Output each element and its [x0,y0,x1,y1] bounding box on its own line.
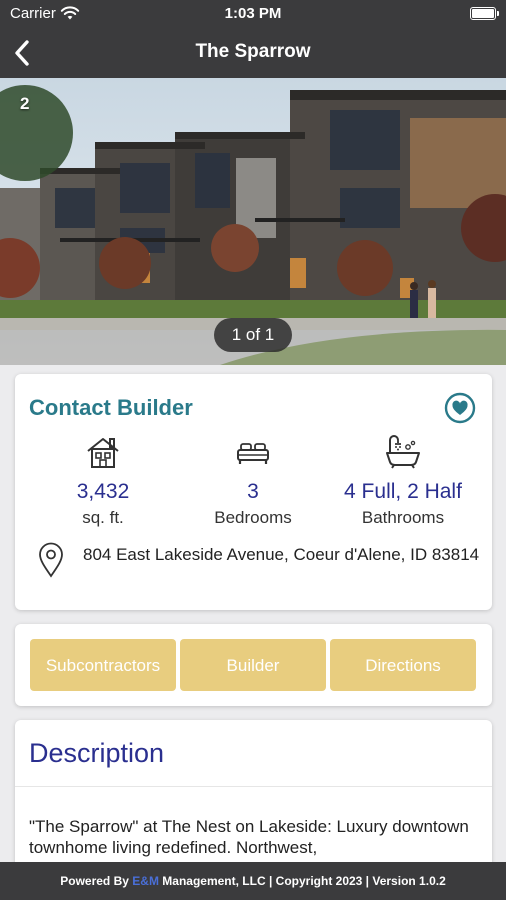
square-footage-stat: 3,432 sq. ft. [28,434,178,528]
bedrooms-value: 3 [247,480,259,503]
bathrooms-label: Bathrooms [361,508,445,527]
sqft-value: 3,432 [76,480,130,503]
bedrooms-label: Bedrooms [214,508,292,527]
footer-suffix: Management, LLC | Copyright 2023 | Versi… [158,874,446,888]
image-counter: 2 [20,94,30,113]
directions-button[interactable]: Directions [330,639,476,691]
bathrooms-stat: 4 Full, 2 Half Bathrooms [328,434,478,528]
footer-brand: E&M [132,874,159,888]
heart-icon[interactable] [444,392,476,424]
nav-bar: The Sparrow [0,28,506,78]
bathrooms-value: 4 Full, 2 Half [344,480,462,503]
sqft-label: sq. ft. [82,508,124,527]
photo-carousel[interactable]: 2 1 of 1 [0,78,506,365]
bedrooms-stat: 3 Bedrooms [178,434,328,528]
builder-button[interactable]: Builder [180,639,326,691]
action-buttons-card: Subcontractors Builder Directions [15,624,492,706]
description-heading: Description [29,738,165,768]
carousel-page-indicator: 1 of 1 [214,318,292,352]
builder-button-label: Builder [226,655,280,675]
subcontractors-button-label: Subcontractors [45,655,161,675]
directions-button-label: Directions [365,655,441,675]
page-title: The Sparrow [195,41,311,62]
subcontractors-button[interactable]: Subcontractors [30,639,176,691]
divider [15,786,492,787]
footer-prefix: Powered By [60,874,133,888]
contact-builder-link[interactable]: Contact Builder [29,395,193,421]
property-info-card: Contact Builder 3,432 sq. ft. 3 Bedrooms [15,374,492,610]
clock: 1:03 PM [224,5,282,22]
description-text: "The Sparrow" at The Nest on Lakeside: L… [29,817,469,857]
bed-icon [237,443,269,464]
map-pin-icon [39,542,63,578]
house-icon [87,438,119,468]
footer: Powered By E&M Management, LLC | Copyrig… [0,862,506,900]
battery-icon [470,7,499,20]
bathtub-icon [386,435,420,469]
status-bar: Carrier 1:03 PM [0,0,506,28]
property-address[interactable]: 804 East Lakeside Avenue, Coeur d'Alene,… [83,544,483,566]
